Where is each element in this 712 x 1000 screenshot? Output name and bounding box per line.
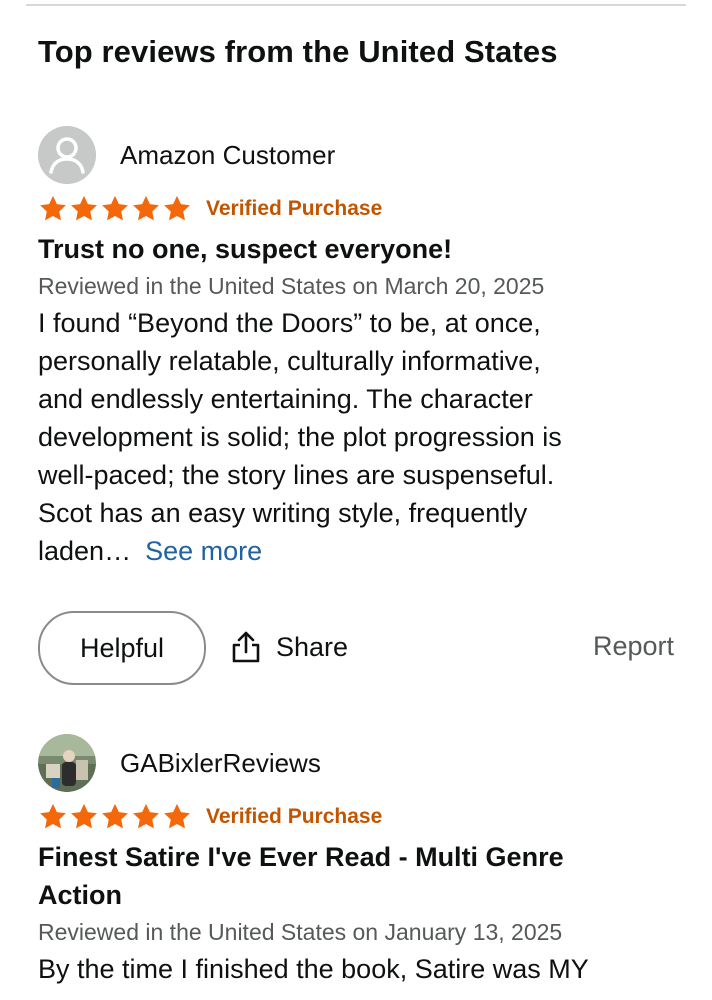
reviewer-name[interactable]: Amazon Customer <box>120 140 335 171</box>
review-body-line: By the time I finished the book, Satire … <box>38 954 589 984</box>
star-icon <box>69 802 99 832</box>
verified-purchase-badge: Verified Purchase <box>206 805 383 828</box>
star-icon <box>69 194 99 224</box>
review-body: By the time I finished the book, Satire … <box>38 950 678 988</box>
default-user-icon <box>38 126 96 184</box>
star-icon <box>100 194 130 224</box>
review-body-line: Scot has an easy writing style, frequent… <box>38 498 528 528</box>
review-body-line: well-paced; the story lines are suspense… <box>38 460 555 490</box>
reviewer-profile[interactable]: Amazon Customer <box>38 126 678 184</box>
top-divider <box>26 4 686 6</box>
review-title: Trust no one, suspect everyone! <box>38 234 453 264</box>
reviewer-name[interactable]: GABixlerReviews <box>120 748 321 779</box>
review-body: I found “Beyond the Doors” to be, at onc… <box>38 304 678 570</box>
reviewer-profile[interactable]: GABixlerReviews <box>38 734 678 792</box>
review-date: Reviewed in the United States on January… <box>38 919 563 945</box>
review-actions: Helpful Share Report <box>38 611 678 685</box>
review-body-truncated-text: laden… <box>38 536 132 566</box>
share-label: Share <box>276 631 349 662</box>
share-button[interactable]: Share <box>230 627 348 667</box>
verified-purchase-badge: Verified Purchase <box>206 197 383 220</box>
review-body-line: personally relatable, culturally informa… <box>38 346 541 376</box>
review-card: GABixlerReviews Verified Purchase Finest… <box>38 734 678 988</box>
report-link[interactable]: Report <box>593 631 674 662</box>
star-icon <box>38 802 68 832</box>
review-title: Finest Satire I've Ever Read - Multi Gen… <box>38 838 678 914</box>
review-body-line-last: laden… See more <box>38 532 678 570</box>
star-icon <box>131 194 161 224</box>
rating-row: Verified Purchase <box>38 194 678 224</box>
review-card: Amazon Customer Verified Purchase Trust … <box>38 126 678 570</box>
rating-row: Verified Purchase <box>38 802 678 832</box>
star-icon <box>162 194 192 224</box>
star-rating[interactable] <box>38 802 192 832</box>
section-title: Top reviews from the United States <box>38 34 558 69</box>
star-icon <box>162 802 192 832</box>
star-rating[interactable] <box>38 194 192 224</box>
star-icon <box>131 802 161 832</box>
review-date: Reviewed in the United States on March 2… <box>38 273 545 299</box>
star-icon <box>100 802 130 832</box>
share-icon <box>230 630 276 664</box>
review-title-line: Finest Satire I've Ever Read - Multi Gen… <box>38 842 564 872</box>
review-body-line: I found “Beyond the Doors” to be, at onc… <box>38 308 541 338</box>
helpful-button[interactable]: Helpful <box>38 611 206 685</box>
see-more-link[interactable]: See more <box>145 536 262 566</box>
review-title-line: Action <box>38 880 122 910</box>
star-icon <box>38 194 68 224</box>
review-body-line: and endlessly entertaining. The characte… <box>38 384 533 414</box>
user-photo-avatar <box>38 734 96 792</box>
review-body-line: development is solid; the plot progressi… <box>38 422 562 452</box>
